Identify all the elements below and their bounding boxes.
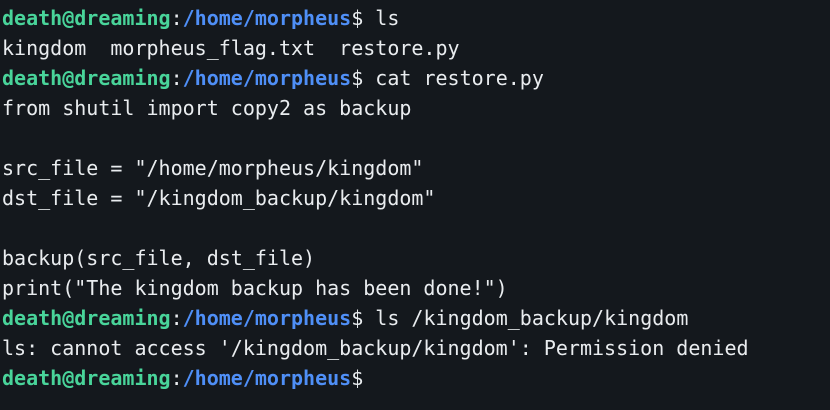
prompt-symbol: $ bbox=[351, 306, 364, 330]
output-line: print("The kingdom backup has been done!… bbox=[2, 276, 508, 300]
command-text: ls bbox=[363, 6, 400, 30]
prompt-separator: : bbox=[170, 66, 183, 90]
terminal-line: death@dreaming:/home/morpheus$ cat resto… bbox=[2, 63, 830, 93]
prompt-path: /home/morpheus bbox=[182, 306, 352, 330]
prompt-path: /home/morpheus bbox=[182, 366, 352, 390]
output-line: dst_file = "/kingdom_backup/kingdom" bbox=[2, 186, 436, 210]
prompt-user-host: death@dreaming bbox=[2, 6, 171, 30]
output-line: from shutil import copy2 as backup bbox=[2, 96, 412, 120]
prompt-user-host: death@dreaming bbox=[2, 366, 171, 390]
prompt-symbol: $ bbox=[351, 366, 364, 390]
prompt-path: /home/morpheus bbox=[182, 66, 352, 90]
prompt-separator: : bbox=[170, 6, 183, 30]
output-line: src_file = "/home/morpheus/kingdom" bbox=[2, 156, 424, 180]
terminal-line: death@dreaming:/home/morpheus$ ls bbox=[2, 3, 830, 33]
prompt-symbol: $ bbox=[351, 66, 364, 90]
output-line: kingdom morpheus_flag.txt restore.py bbox=[2, 36, 460, 60]
terminal-output: death@dreaming:/home/morpheus$ ls kingdo… bbox=[2, 3, 830, 393]
output-line: backup(src_file, dst_file) bbox=[2, 246, 316, 270]
terminal-input-line[interactable]: death@dreaming:/home/morpheus$ bbox=[2, 363, 830, 393]
prompt-separator: : bbox=[170, 366, 183, 390]
prompt-symbol: $ bbox=[351, 6, 364, 30]
prompt-separator: : bbox=[170, 306, 183, 330]
terminal-window[interactable]: death@dreaming:/home/morpheus$ ls kingdo… bbox=[0, 0, 830, 410]
prompt-user-host: death@dreaming bbox=[2, 66, 171, 90]
terminal-line: death@dreaming:/home/morpheus$ ls /kingd… bbox=[2, 303, 830, 333]
command-text: ls /kingdom_backup/kingdom bbox=[363, 306, 689, 330]
prompt-user-host: death@dreaming bbox=[2, 306, 171, 330]
output-line: ls: cannot access '/kingdom_backup/kingd… bbox=[2, 336, 749, 360]
prompt-path: /home/morpheus bbox=[182, 6, 352, 30]
command-text: cat restore.py bbox=[363, 66, 544, 90]
